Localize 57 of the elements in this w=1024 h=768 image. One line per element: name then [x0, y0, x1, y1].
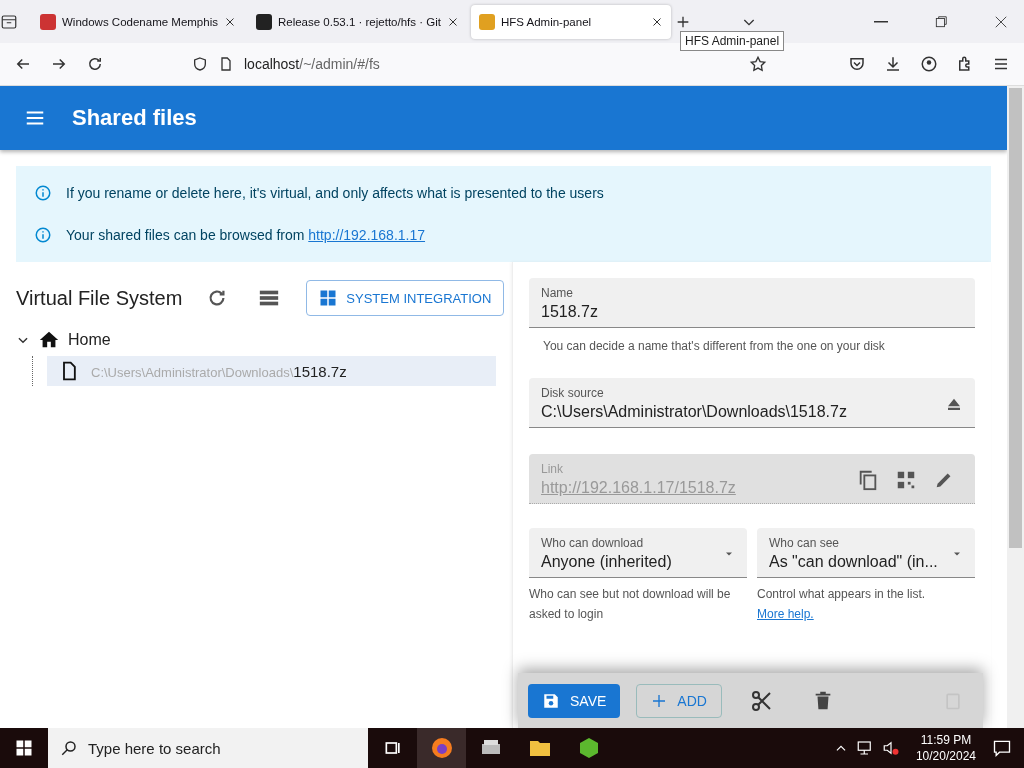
browser-tab[interactable]: HFS Admin-panel — [470, 4, 671, 39]
notice-text: Your shared files can be browsed from http://192.168.1.17 — [66, 227, 426, 243]
account-icon — [920, 55, 938, 73]
copy-icon — [857, 468, 879, 491]
browser-taskbar-button[interactable] — [417, 728, 466, 768]
search-icon — [60, 739, 78, 757]
tree-item[interactable]: Home — [16, 324, 496, 356]
scissors-icon — [749, 689, 774, 713]
notice-text: If you rename or delete here, it's virtual, and only affects what is presented to the users — [66, 185, 604, 201]
helper-text: Who can see but not download will be asked to login — [529, 586, 732, 623]
page-title: Shared files — [72, 105, 197, 131]
cut-button[interactable] — [749, 689, 774, 713]
close-icon — [650, 15, 663, 28]
star-icon — [749, 55, 767, 73]
maximize-icon — [934, 14, 948, 29]
dropdown-field[interactable]: Who can see As "can download" (in... — [757, 528, 975, 578]
save-button[interactable]: SAVE — [528, 684, 621, 718]
helper-text: Control what appears in the list. More help. — [757, 586, 927, 623]
speaker-muted-icon — [881, 739, 900, 757]
scrollbar[interactable] — [1007, 86, 1024, 728]
plus-icon — [651, 693, 668, 709]
taskbar-search-field[interactable]: Type here to search — [48, 728, 368, 768]
dropdown-field[interactable]: Who can download Anyone (inherited) — [529, 528, 747, 578]
site-icon — [40, 13, 56, 30]
globe-icon — [429, 736, 454, 760]
windows-icon — [319, 289, 338, 307]
link-field: Link http://192.168.1.17/1518.7z — [529, 454, 975, 504]
copy-button[interactable] — [857, 468, 879, 491]
clock[interactable]: 11:59 PM 10/20/2024 — [907, 732, 984, 764]
pocket-icon — [848, 55, 866, 73]
close-icon — [994, 14, 1008, 29]
close-icon — [446, 15, 459, 28]
tree-item[interactable]: C:\Users\Administrator\Downloads\1518.7z — [47, 356, 496, 386]
minimize-icon — [874, 20, 888, 23]
section-title: Virtual File System — [16, 286, 183, 310]
windows-icon — [15, 739, 33, 757]
system-integration-button[interactable]: SYSTEM INTEGRATION — [306, 280, 505, 316]
shield-icon — [192, 56, 208, 72]
reload-icon — [86, 55, 104, 73]
disk-source-field[interactable]: Disk source C:\Users\Administrator\Downloads\1518.7z — [529, 378, 975, 428]
network-icon — [855, 739, 874, 757]
helper-text: You can decide a name that's different from the one on your disk — [543, 338, 886, 355]
name-field[interactable]: Name 1518.7z — [529, 278, 975, 328]
notification-icon — [992, 738, 1012, 758]
help-link[interactable]: More help. — [757, 607, 814, 621]
page-icon — [218, 56, 234, 72]
site-icon — [255, 13, 272, 30]
address-link[interactable]: http://192.168.1.17 — [308, 227, 426, 243]
site-icon — [478, 13, 495, 30]
tooltip: HFS Admin-panel — [680, 31, 785, 51]
browser-tab[interactable]: Windows Codename Memphis — [32, 4, 244, 39]
close-icon — [223, 15, 236, 28]
tab-list-icon — [0, 12, 18, 31]
browser-tab[interactable]: Release 0.53.1 · rejetto/hfs · Git — [247, 4, 467, 39]
info-icon — [34, 226, 52, 244]
download-icon — [884, 55, 902, 73]
info-icon — [34, 184, 52, 202]
